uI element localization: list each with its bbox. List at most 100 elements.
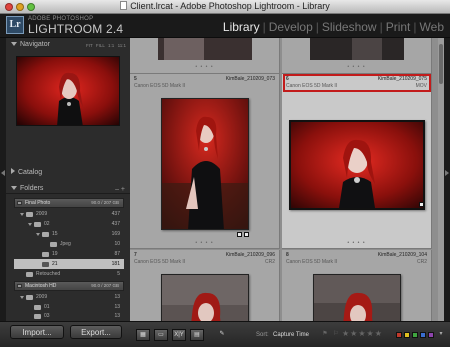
zoom-custom[interactable]: 11:1 xyxy=(118,43,126,48)
catalog-title: Catalog xyxy=(18,169,43,176)
folder-icon xyxy=(42,262,49,267)
photo-thumbnail[interactable] xyxy=(161,98,249,230)
folder-icon xyxy=(34,222,41,227)
grid-view-button[interactable]: ▦ xyxy=(136,329,150,341)
label-green[interactable] xyxy=(412,332,418,338)
cell-filename: KimBale_210209_096 xyxy=(225,252,275,258)
folder-row-selected[interactable]: 21 181 xyxy=(14,259,124,269)
collapse-right-icon xyxy=(445,170,449,176)
volume-final-photo[interactable]: Final Photo 90.0 / 207 GB xyxy=(14,198,124,208)
cell-extension: CR2 xyxy=(416,259,427,265)
cell-index: 7 xyxy=(134,252,137,258)
export-button[interactable]: Export... xyxy=(70,325,122,339)
metadata-badge-icon xyxy=(237,232,242,237)
cell-camera: Canon EOS 5D Mark II xyxy=(286,259,338,265)
painter-icon[interactable]: ✎ xyxy=(216,329,228,341)
folder-row[interactable]: 2009 13 xyxy=(14,292,124,302)
grid-scrollbar[interactable] xyxy=(438,38,444,321)
zoom-1-1[interactable]: 1:1 xyxy=(108,43,114,48)
cell-index: 8 xyxy=(286,252,289,258)
cell-camera: Canon EOS 5D Mark II xyxy=(134,83,186,89)
grid-cell[interactable]: 8 KimBale_210209_104 Canon EOS 5D Mark I… xyxy=(282,250,432,321)
folders-header[interactable]: Folders – + xyxy=(6,185,130,197)
sort-label: Sort: xyxy=(256,332,269,338)
zoom-fit[interactable]: FIT xyxy=(86,43,93,48)
grid-cell-partial[interactable]: • • • • xyxy=(282,38,432,74)
folder-row[interactable]: Retouched 5 xyxy=(14,269,124,279)
expand-triangle-icon xyxy=(11,42,17,46)
label-yellow[interactable] xyxy=(404,332,410,338)
label-blue[interactable] xyxy=(420,332,426,338)
identity-plate-bar: Lr ADOBE PHOTOSHOP LIGHTROOM 2.4 Library… xyxy=(0,14,450,38)
volume-name: Macintosh HD xyxy=(25,283,57,289)
survey-view-button[interactable]: ▤ xyxy=(190,329,204,341)
collapse-left-icon xyxy=(1,170,5,176)
module-web[interactable]: Web xyxy=(420,20,444,34)
grid-cell[interactable]: 7 KimBale_210209_096 Canon EOS 5D Mark I… xyxy=(130,250,280,321)
cell-filename: KimBale_210209_075 xyxy=(377,76,427,82)
volume-info: 90.0 / 207 GB xyxy=(91,283,119,288)
lightroom-window: Client.lrcat - Adobe Photoshop Lightroom… xyxy=(0,0,450,347)
folder-icon xyxy=(50,242,57,247)
scrollbar-thumb[interactable] xyxy=(439,44,443,84)
folder-icon xyxy=(34,305,41,310)
grid-cell-selected[interactable]: 6 KimBale_210209_075 Canon EOS 5D Mark I… xyxy=(282,74,432,249)
folder-row[interactable]: 2009 437 xyxy=(14,209,124,219)
photo-thumbnail[interactable] xyxy=(313,274,401,321)
folder-icon xyxy=(42,232,49,237)
folder-row[interactable]: 03 13 xyxy=(14,311,124,321)
cell-extension: MOV xyxy=(415,83,427,89)
grid-view: • • • • • • • • 5 KimBale_210209_073 Can… xyxy=(130,38,438,321)
photo-thumbnail[interactable] xyxy=(289,120,425,210)
left-bottom-bar: Import... Export... xyxy=(0,321,130,347)
volume-name: Final Photo xyxy=(25,200,51,206)
lightroom-logo: Lr xyxy=(6,16,24,34)
navigator-header[interactable]: Navigator FIT FILL 1:1 11:1 xyxy=(6,41,130,53)
photo-thumbnail xyxy=(310,38,404,60)
drive-icon xyxy=(17,284,22,288)
navigator-title: Navigator xyxy=(20,41,50,48)
cell-index: 6 xyxy=(286,76,289,82)
toolbar-menu-chevron-icon[interactable]: ▾ xyxy=(436,329,446,341)
import-button[interactable]: Import... xyxy=(10,325,64,339)
compare-view-button[interactable]: X|Y xyxy=(172,329,186,341)
bottom-toolbar: ▦ ▭ X|Y ▤ ✎ Sort: Capture Time ⚑ ⚐ ★★★★★… xyxy=(130,321,450,347)
grid-cell-partial[interactable]: • • • • xyxy=(130,38,280,74)
folder-add-remove[interactable]: – + xyxy=(115,186,125,193)
catalog-header[interactable]: Catalog xyxy=(6,168,130,180)
navigator-preview[interactable] xyxy=(16,56,120,126)
module-print[interactable]: Print xyxy=(386,20,411,34)
identity-line-2: LIGHTROOM 2.4 xyxy=(28,22,124,36)
cell-filename: KimBale_210209_073 xyxy=(225,76,275,82)
document-icon xyxy=(120,1,128,10)
label-purple[interactable] xyxy=(428,332,434,338)
folder-icon xyxy=(34,314,41,319)
photo-thumbnail[interactable] xyxy=(161,274,249,321)
label-red[interactable] xyxy=(396,332,402,338)
reject-flag-icon[interactable]: ⚐ xyxy=(331,329,341,341)
keyword-badge-icon xyxy=(244,232,249,237)
folder-row[interactable]: 02 437 xyxy=(14,219,124,229)
module-develop[interactable]: Develop xyxy=(269,20,313,34)
sort-select[interactable]: Capture Time xyxy=(273,332,309,338)
folder-row[interactable]: 19 87 xyxy=(14,249,124,259)
left-panel: Navigator FIT FILL 1:1 11:1 Catalog Fold… xyxy=(6,38,130,321)
cell-camera: Canon EOS 5D Mark II xyxy=(134,259,186,265)
drive-icon xyxy=(17,201,22,205)
expand-triangle-icon xyxy=(11,168,15,174)
folders-title: Folders xyxy=(20,185,44,192)
folder-row[interactable]: 15 169 xyxy=(14,229,124,239)
grid-cell[interactable]: 5 KimBale_210209_073 Canon EOS 5D Mark I… xyxy=(130,74,280,249)
flag-icon[interactable]: ⚑ xyxy=(320,329,330,341)
zoom-fill[interactable]: FILL xyxy=(96,43,105,48)
collapse-triangle-icon xyxy=(11,186,17,190)
module-slideshow[interactable]: Slideshow xyxy=(322,20,377,34)
loupe-view-button[interactable]: ▭ xyxy=(154,329,168,341)
folder-icon xyxy=(26,212,33,217)
rating-stars[interactable]: ★★★★★ xyxy=(342,329,383,338)
navigator-photo xyxy=(17,57,119,125)
folder-row[interactable]: Jpeg 10 xyxy=(14,239,124,249)
volume-macintosh-hd[interactable]: Macintosh HD 90.0 / 207 GB xyxy=(14,281,124,291)
module-library[interactable]: Library xyxy=(223,20,260,34)
right-panel-toggle[interactable] xyxy=(444,38,450,321)
